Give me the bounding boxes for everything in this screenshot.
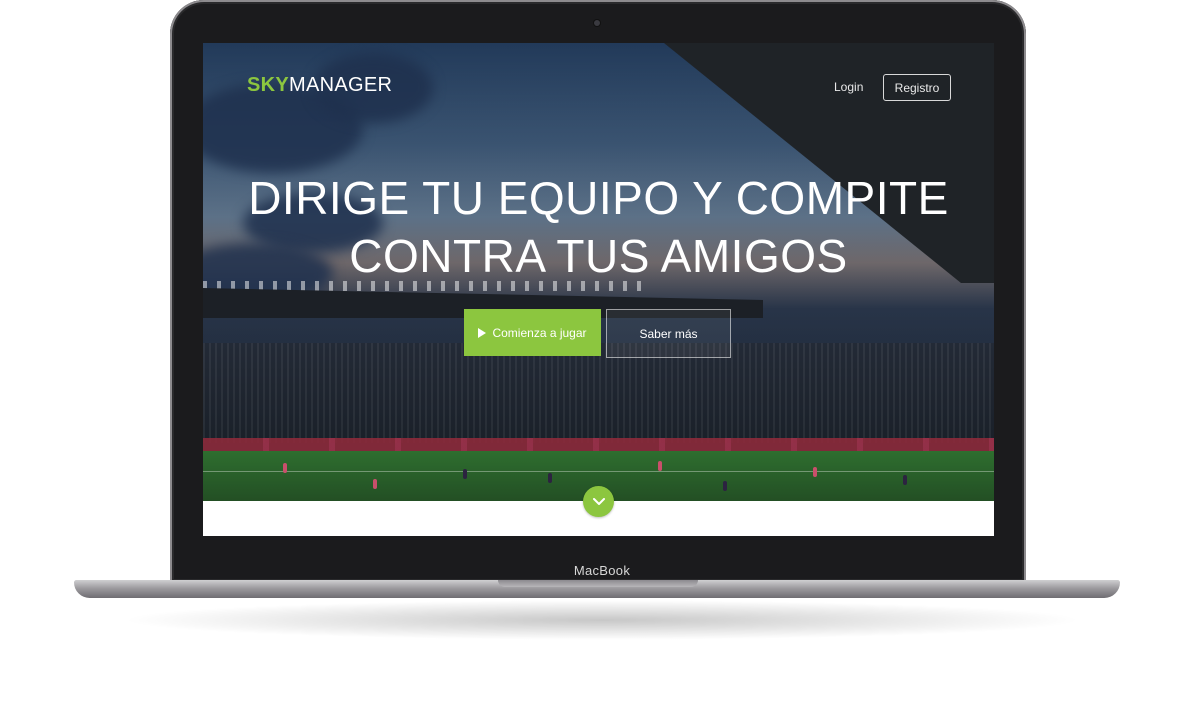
hero-headline: DIRIGE TU EQUIPO Y COMPITE CONTRA TUS AM… <box>203 169 994 285</box>
laptop-notch <box>498 580 698 587</box>
camera-icon <box>594 20 600 26</box>
chevron-down-icon <box>592 497 605 505</box>
logo[interactable]: SKYMANAGER <box>247 74 392 97</box>
scroll-down-button[interactable] <box>583 486 614 517</box>
hero-section: SKYMANAGER Login Registro DIRIGE TU EQUI… <box>203 43 994 501</box>
browser-screen: SKYMANAGER Login Registro DIRIGE TU EQUI… <box>203 43 994 536</box>
start-playing-label: Comienza a jugar <box>492 325 587 340</box>
ad-boards <box>203 438 994 452</box>
laptop-shadow <box>120 600 1084 640</box>
headline-line: CONTRA TUS AMIGOS <box>349 230 848 282</box>
register-button[interactable]: Registro <box>883 74 951 101</box>
pitch-line <box>203 471 994 472</box>
player-figure <box>813 467 817 477</box>
player-figure <box>283 463 287 473</box>
player-figure <box>373 479 377 489</box>
player-figure <box>903 475 907 485</box>
play-icon <box>478 327 487 338</box>
player-figure <box>658 461 662 471</box>
player-figure <box>723 481 727 491</box>
stadium-crowd <box>203 343 994 443</box>
login-link[interactable]: Login <box>834 80 863 94</box>
device-brand-label: MacBook <box>573 563 631 578</box>
learn-more-label: Saber más <box>639 326 698 341</box>
player-figure <box>548 473 552 483</box>
logo-text: MANAGER <box>289 74 393 96</box>
player-figure <box>463 469 467 479</box>
start-playing-button[interactable]: Comienza a jugar <box>464 309 601 356</box>
headline-line: DIRIGE TU EQUIPO Y COMPITE <box>248 172 949 224</box>
register-label: Registro <box>894 80 940 95</box>
learn-more-button[interactable]: Saber más <box>606 309 731 358</box>
logo-accent: SKY <box>247 74 290 96</box>
